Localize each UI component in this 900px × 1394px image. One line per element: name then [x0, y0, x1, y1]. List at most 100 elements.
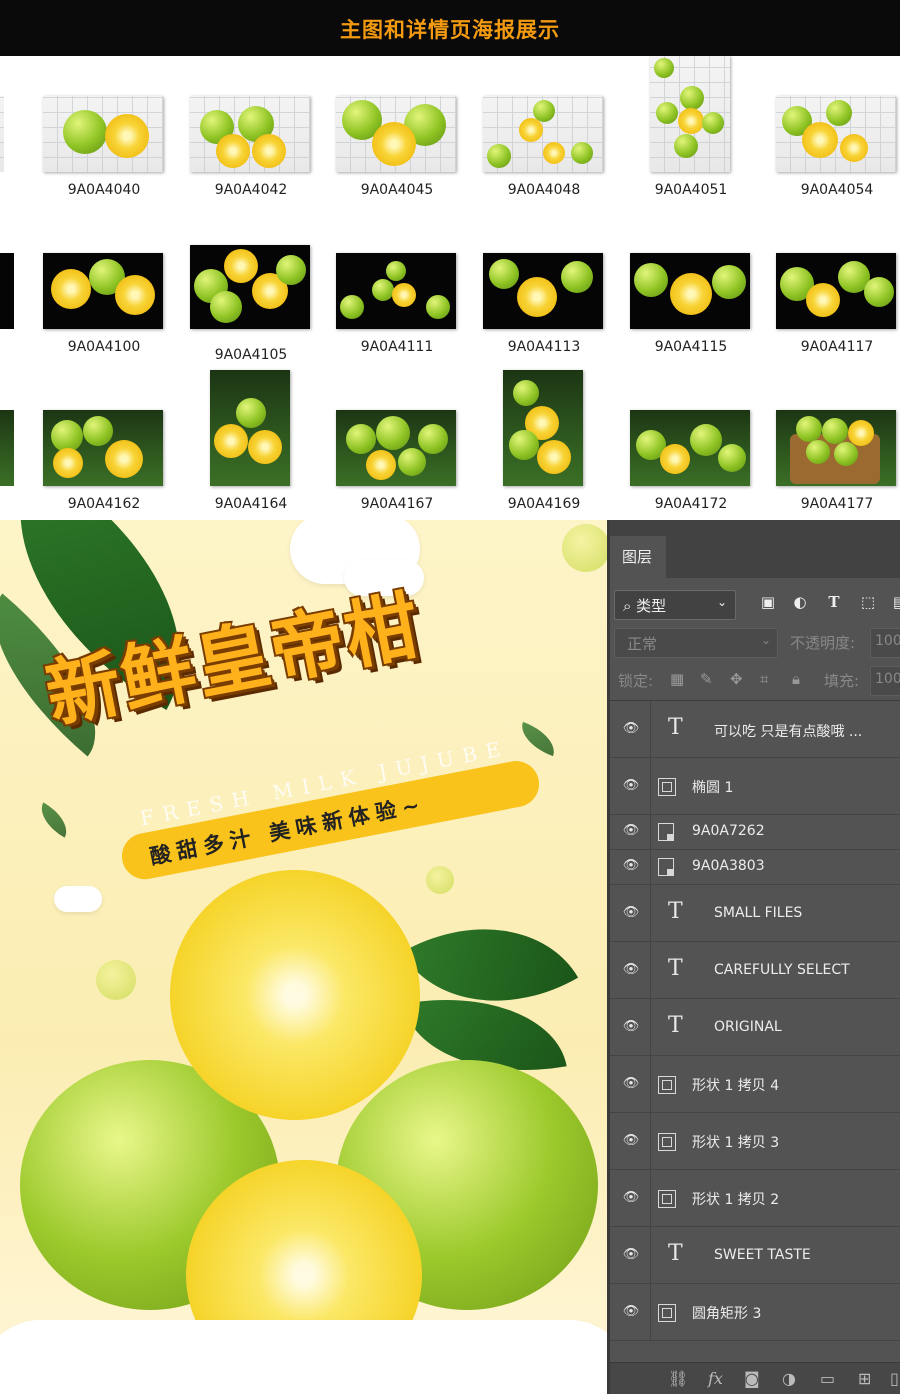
- layer-row[interactable]: 👁︎ 9A0A3803: [610, 850, 900, 885]
- layer-row[interactable]: 👁︎ T 可以吃 只是有点酸哦 ...: [610, 701, 900, 758]
- fill-input[interactable]: 100%: [870, 666, 900, 696]
- eye-icon[interactable]: 👁︎: [622, 1247, 640, 1262]
- shape-layer-icon: [658, 1076, 676, 1094]
- thumbnail-image[interactable]: [483, 96, 603, 172]
- layer-name: SMALL FILES: [714, 905, 803, 921]
- lime-half: [170, 870, 420, 1120]
- thumbnail-image[interactable]: [630, 253, 750, 329]
- thumbnail-partial[interactable]: [0, 410, 14, 486]
- layer-row[interactable]: 👁︎ 圆角矩形 3: [610, 1284, 900, 1341]
- layer-row[interactable]: 👁︎ 椭圆 1: [610, 758, 900, 815]
- thumbnail-image[interactable]: [650, 56, 730, 172]
- layer-row[interactable]: 👁︎ T ORIGINAL: [610, 999, 900, 1056]
- eye-icon[interactable]: 👁︎: [622, 962, 640, 977]
- blend-mode-value: 正常: [627, 635, 658, 653]
- thumbnail-label: 9A0A4177: [800, 496, 874, 512]
- layer-row[interactable]: 👁︎ T SWEET TASTE: [610, 1227, 900, 1284]
- image-filter-icon[interactable]: ▣: [758, 592, 778, 612]
- chevron-down-icon: ⌄: [761, 633, 772, 647]
- lock-all-icon[interactable]: 🔒︎: [792, 670, 800, 688]
- cloud-decoration: [54, 886, 102, 912]
- layers-panel: 图层 ⌕ 类型 ⌄ ▣ ◐ T ⬚ ▤ 正常 ⌄ 不透明度: 100% 锁定: …: [610, 520, 900, 1394]
- layer-name: 可以吃 只是有点酸哦 ...: [714, 724, 863, 740]
- thumbnail-image[interactable]: [503, 370, 583, 486]
- thumbnail-label: 9A0A4164: [214, 496, 288, 512]
- eye-icon[interactable]: 👁︎: [622, 1076, 640, 1091]
- opacity-label: 不透明度:: [790, 634, 856, 652]
- smart-object-filter-icon[interactable]: ▤: [890, 592, 900, 612]
- blend-mode-select[interactable]: 正常 ⌄: [614, 628, 778, 658]
- layer-name: 9A0A3803: [692, 858, 765, 874]
- text-filter-icon[interactable]: T: [824, 592, 844, 612]
- layer-name: ORIGINAL: [714, 1019, 782, 1035]
- layer-row[interactable]: 👁︎ 9A0A7262: [610, 815, 900, 850]
- eye-icon[interactable]: 👁︎: [622, 1190, 640, 1205]
- thumbnail-image[interactable]: [336, 96, 456, 172]
- thumbnail-label: 9A0A4172: [654, 496, 728, 512]
- thumbnail-image[interactable]: [776, 410, 896, 486]
- eye-icon[interactable]: 👁︎: [622, 823, 640, 838]
- thumbnail-label: 9A0A4045: [360, 182, 434, 198]
- new-layer-icon[interactable]: ⊞: [858, 1369, 871, 1388]
- thumbnail-label: 9A0A4117: [800, 339, 874, 355]
- smart-object-icon: [658, 823, 674, 841]
- link-icon[interactable]: ⛓︎: [668, 1369, 688, 1388]
- layer-row[interactable]: 👁︎ 形状 1 拷贝 3: [610, 1113, 900, 1170]
- thumbnail-image[interactable]: [336, 253, 456, 329]
- kind-filter-value: ⌕ 类型: [623, 597, 667, 615]
- eye-icon[interactable]: 👁︎: [622, 1133, 640, 1148]
- thumbnail-image[interactable]: [190, 245, 310, 329]
- thumbnail-partial[interactable]: [0, 253, 14, 329]
- tab-layers[interactable]: 图层: [610, 536, 666, 578]
- thumbnail-image[interactable]: [776, 96, 896, 172]
- adjustment-icon[interactable]: ◑: [782, 1369, 796, 1388]
- eye-icon[interactable]: 👁︎: [622, 721, 640, 736]
- text-layer-icon: T: [668, 956, 683, 981]
- eye-icon[interactable]: 👁︎: [622, 1304, 640, 1319]
- thumbnail-image[interactable]: [630, 410, 750, 486]
- shape-filter-icon[interactable]: ⬚: [858, 592, 878, 612]
- thumbnail-label: 9A0A4111: [360, 339, 434, 355]
- leaf-decoration: [33, 802, 75, 838]
- trash-icon[interactable]: ▯: [890, 1369, 899, 1388]
- lock-pixels-icon[interactable]: ✎: [700, 670, 713, 688]
- thumbnail-image[interactable]: [190, 96, 310, 172]
- kind-filter-select[interactable]: ⌕ 类型 ⌄: [614, 590, 736, 620]
- lock-artboard-icon[interactable]: ⌗: [760, 670, 768, 688]
- shape-layer-icon: [658, 778, 676, 796]
- lock-transparency-icon[interactable]: ▦: [670, 670, 684, 688]
- thumbnail-image[interactable]: [43, 410, 163, 486]
- layer-name: 形状 1 拷贝 3: [692, 1135, 780, 1151]
- adjustment-filter-icon[interactable]: ◐: [790, 592, 810, 612]
- layer-row[interactable]: 👁︎ T CAREFULLY SELECT: [610, 942, 900, 999]
- thumbnail-label: 9A0A4051: [654, 182, 728, 198]
- eye-icon[interactable]: 👁︎: [622, 905, 640, 920]
- eye-icon[interactable]: 👁︎: [622, 778, 640, 793]
- layer-row[interactable]: 👁︎ T SMALL FILES: [610, 885, 900, 942]
- thumbnail-label: 9A0A4167: [360, 496, 434, 512]
- layer-row[interactable]: 👁︎ 形状 1 拷贝 2: [610, 1170, 900, 1227]
- thumbnail-image[interactable]: [43, 253, 163, 329]
- thumbnail-label: 9A0A4162: [67, 496, 141, 512]
- folder-icon[interactable]: ▭: [820, 1369, 835, 1388]
- smart-object-icon: [658, 858, 674, 876]
- lock-position-icon[interactable]: ✥: [730, 670, 743, 688]
- thumbnail-image[interactable]: [776, 253, 896, 329]
- shape-layer-icon: [658, 1304, 676, 1322]
- eye-icon[interactable]: 👁︎: [622, 1019, 640, 1034]
- thumbnail-image[interactable]: [43, 96, 163, 172]
- text-layer-icon: T: [668, 1013, 683, 1038]
- layer-name: CAREFULLY SELECT: [714, 962, 850, 978]
- thumbnail-image[interactable]: [336, 410, 456, 486]
- thumbnail-image[interactable]: [483, 253, 603, 329]
- poster-canvas: 新鲜皇帝柑 FRESH MILK JUJUBE 酸甜多汁 美味新体验~: [0, 520, 608, 1394]
- layer-name: 形状 1 拷贝 4: [692, 1078, 780, 1094]
- text-layer-icon: T: [668, 1241, 683, 1266]
- thumbnail-image[interactable]: [210, 370, 290, 486]
- opacity-input[interactable]: 100%: [870, 628, 900, 658]
- fx-icon[interactable]: fx: [708, 1369, 723, 1388]
- mask-icon[interactable]: ◙: [744, 1369, 760, 1388]
- thumbnail-partial[interactable]: [0, 96, 4, 172]
- layer-row[interactable]: 👁︎ 形状 1 拷贝 4: [610, 1056, 900, 1113]
- eye-icon[interactable]: 👁︎: [622, 858, 640, 873]
